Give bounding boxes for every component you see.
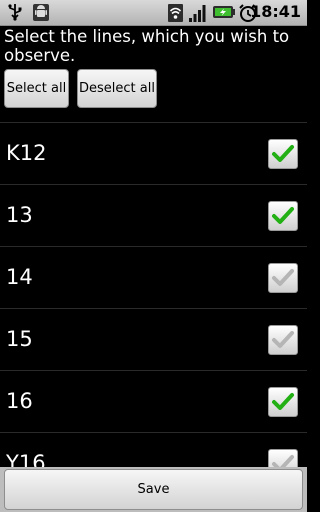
checkmark-icon <box>272 269 294 286</box>
line-checkbox[interactable] <box>268 263 298 293</box>
line-label: K12 <box>6 141 47 165</box>
line-row[interactable]: Y16 <box>0 432 307 467</box>
line-label: 15 <box>6 327 33 351</box>
lines-list[interactable]: K12 13 14 15 16 Y16 <box>0 122 307 467</box>
line-checkbox[interactable] <box>268 201 298 231</box>
line-label: 16 <box>6 389 33 413</box>
checkmark-icon <box>272 145 294 162</box>
line-row[interactable]: 15 <box>0 308 307 370</box>
app-screen: 18:41 Select the lines, which you wish t… <box>0 0 307 512</box>
checkmark-icon <box>272 331 294 348</box>
usb-icon <box>6 3 24 25</box>
checkmark-icon <box>272 393 294 410</box>
line-label: 13 <box>6 203 33 227</box>
line-row[interactable]: 14 <box>0 246 307 308</box>
select-all-button[interactable]: Select all <box>4 69 69 108</box>
status-bar: 18:41 <box>0 0 307 26</box>
line-label: 14 <box>6 265 33 289</box>
signal-icon <box>187 3 209 27</box>
line-row[interactable]: 16 <box>0 370 307 432</box>
deselect-all-button[interactable]: Deselect all <box>77 69 157 108</box>
android-debug-icon <box>31 3 51 26</box>
line-row[interactable]: 13 <box>0 184 307 246</box>
checkmark-icon <box>272 207 294 224</box>
battery-charging-icon <box>212 3 236 25</box>
save-button[interactable]: Save <box>4 469 303 510</box>
line-label: Y16 <box>6 451 46 467</box>
line-row[interactable]: K12 <box>0 122 307 184</box>
instruction-text: Select the lines, which you wish to obse… <box>4 27 290 65</box>
checkmark-icon <box>272 455 294 467</box>
wifi-icon <box>167 3 184 27</box>
line-checkbox[interactable] <box>268 139 298 169</box>
line-checkbox[interactable] <box>268 387 298 417</box>
status-time: 18:41 <box>250 2 301 21</box>
bottom-bar: Save <box>0 467 307 512</box>
line-checkbox[interactable] <box>268 449 298 467</box>
line-checkbox[interactable] <box>268 325 298 355</box>
